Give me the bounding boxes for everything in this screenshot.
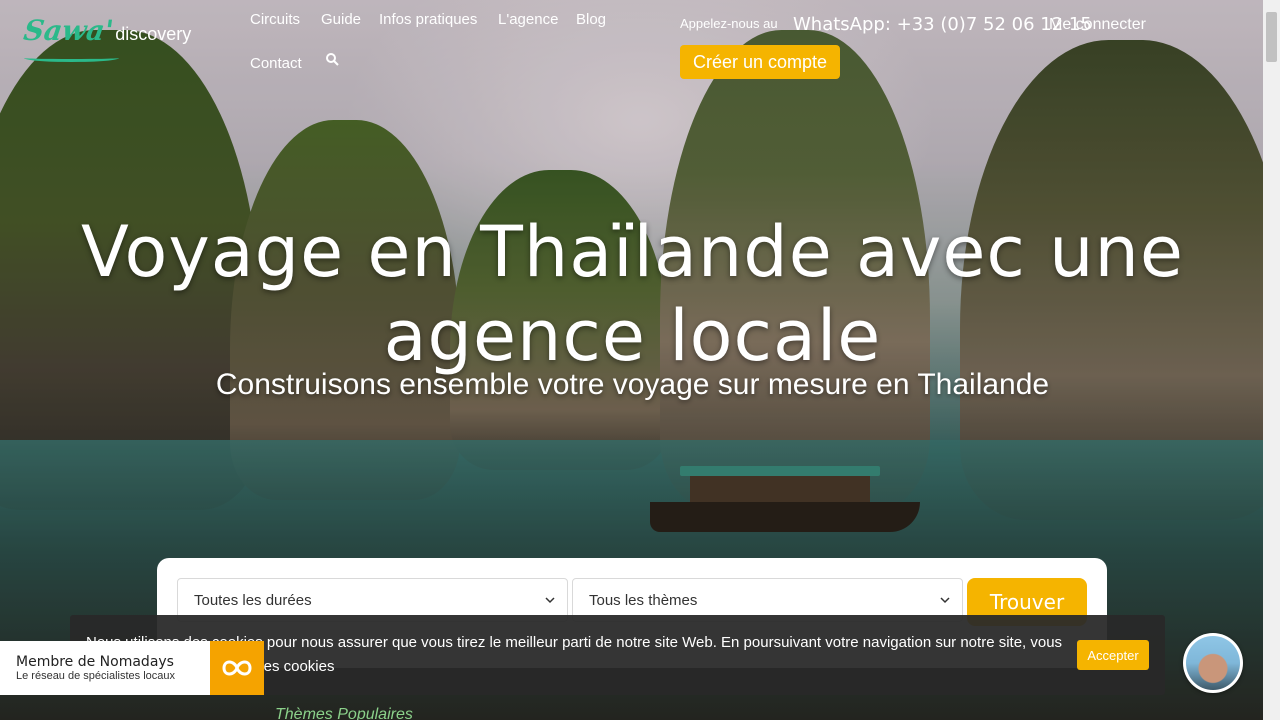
- infinity-icon: [222, 660, 252, 676]
- site-logo[interactable]: Sawa' discovery: [21, 14, 192, 62]
- nav-guide[interactable]: Guide: [321, 11, 361, 28]
- nav-contact[interactable]: Contact: [250, 55, 302, 72]
- section-heading-peek: Thèmes Populaires: [275, 706, 413, 720]
- chat-agent-avatar[interactable]: [1183, 633, 1243, 693]
- whatsapp-phone-link[interactable]: WhatsApp: +33 (0)7 52 06 12 15: [793, 14, 1092, 35]
- nav-blog[interactable]: Blog: [576, 11, 606, 28]
- nav-circuits[interactable]: Circuits: [250, 11, 300, 28]
- chevron-down-icon: [545, 597, 555, 604]
- agent-photo: [1186, 636, 1240, 690]
- page-scrollbar[interactable]: [1263, 0, 1280, 720]
- nomadays-badge[interactable]: Membre de Nomadays Le réseau de spéciali…: [0, 641, 264, 695]
- theme-select-value: Tous les thèmes: [589, 592, 698, 609]
- scrollbar-thumb[interactable]: [1266, 12, 1277, 62]
- chevron-down-icon: [940, 597, 950, 604]
- nomadays-subtitle: Le réseau de spécialistes locaux: [16, 670, 175, 682]
- logo-swoosh: [24, 54, 119, 62]
- nomadays-logo: [210, 641, 264, 695]
- nav-infos-pratiques[interactable]: Infos pratiques: [379, 11, 477, 28]
- search-icon[interactable]: [325, 52, 339, 66]
- logo-subtitle: discovery: [115, 24, 192, 44]
- create-account-button[interactable]: Créer un compte: [680, 45, 840, 79]
- call-label: Appelez-nous au: [680, 16, 778, 31]
- duration-select-value: Toutes les durées: [194, 592, 312, 609]
- logo-brand: Sawa': [21, 14, 116, 47]
- nav-agence[interactable]: L'agence: [498, 11, 558, 28]
- login-link[interactable]: Me connecter: [1049, 16, 1146, 34]
- nomadays-title: Membre de Nomadays: [16, 654, 174, 670]
- accept-cookies-button[interactable]: Accepter: [1077, 640, 1149, 670]
- hero-title: Voyage en Thaïlande avec une agence loca…: [81, 211, 1184, 377]
- hero-subtitle: Construisons ensemble votre voyage sur m…: [215, 368, 1050, 401]
